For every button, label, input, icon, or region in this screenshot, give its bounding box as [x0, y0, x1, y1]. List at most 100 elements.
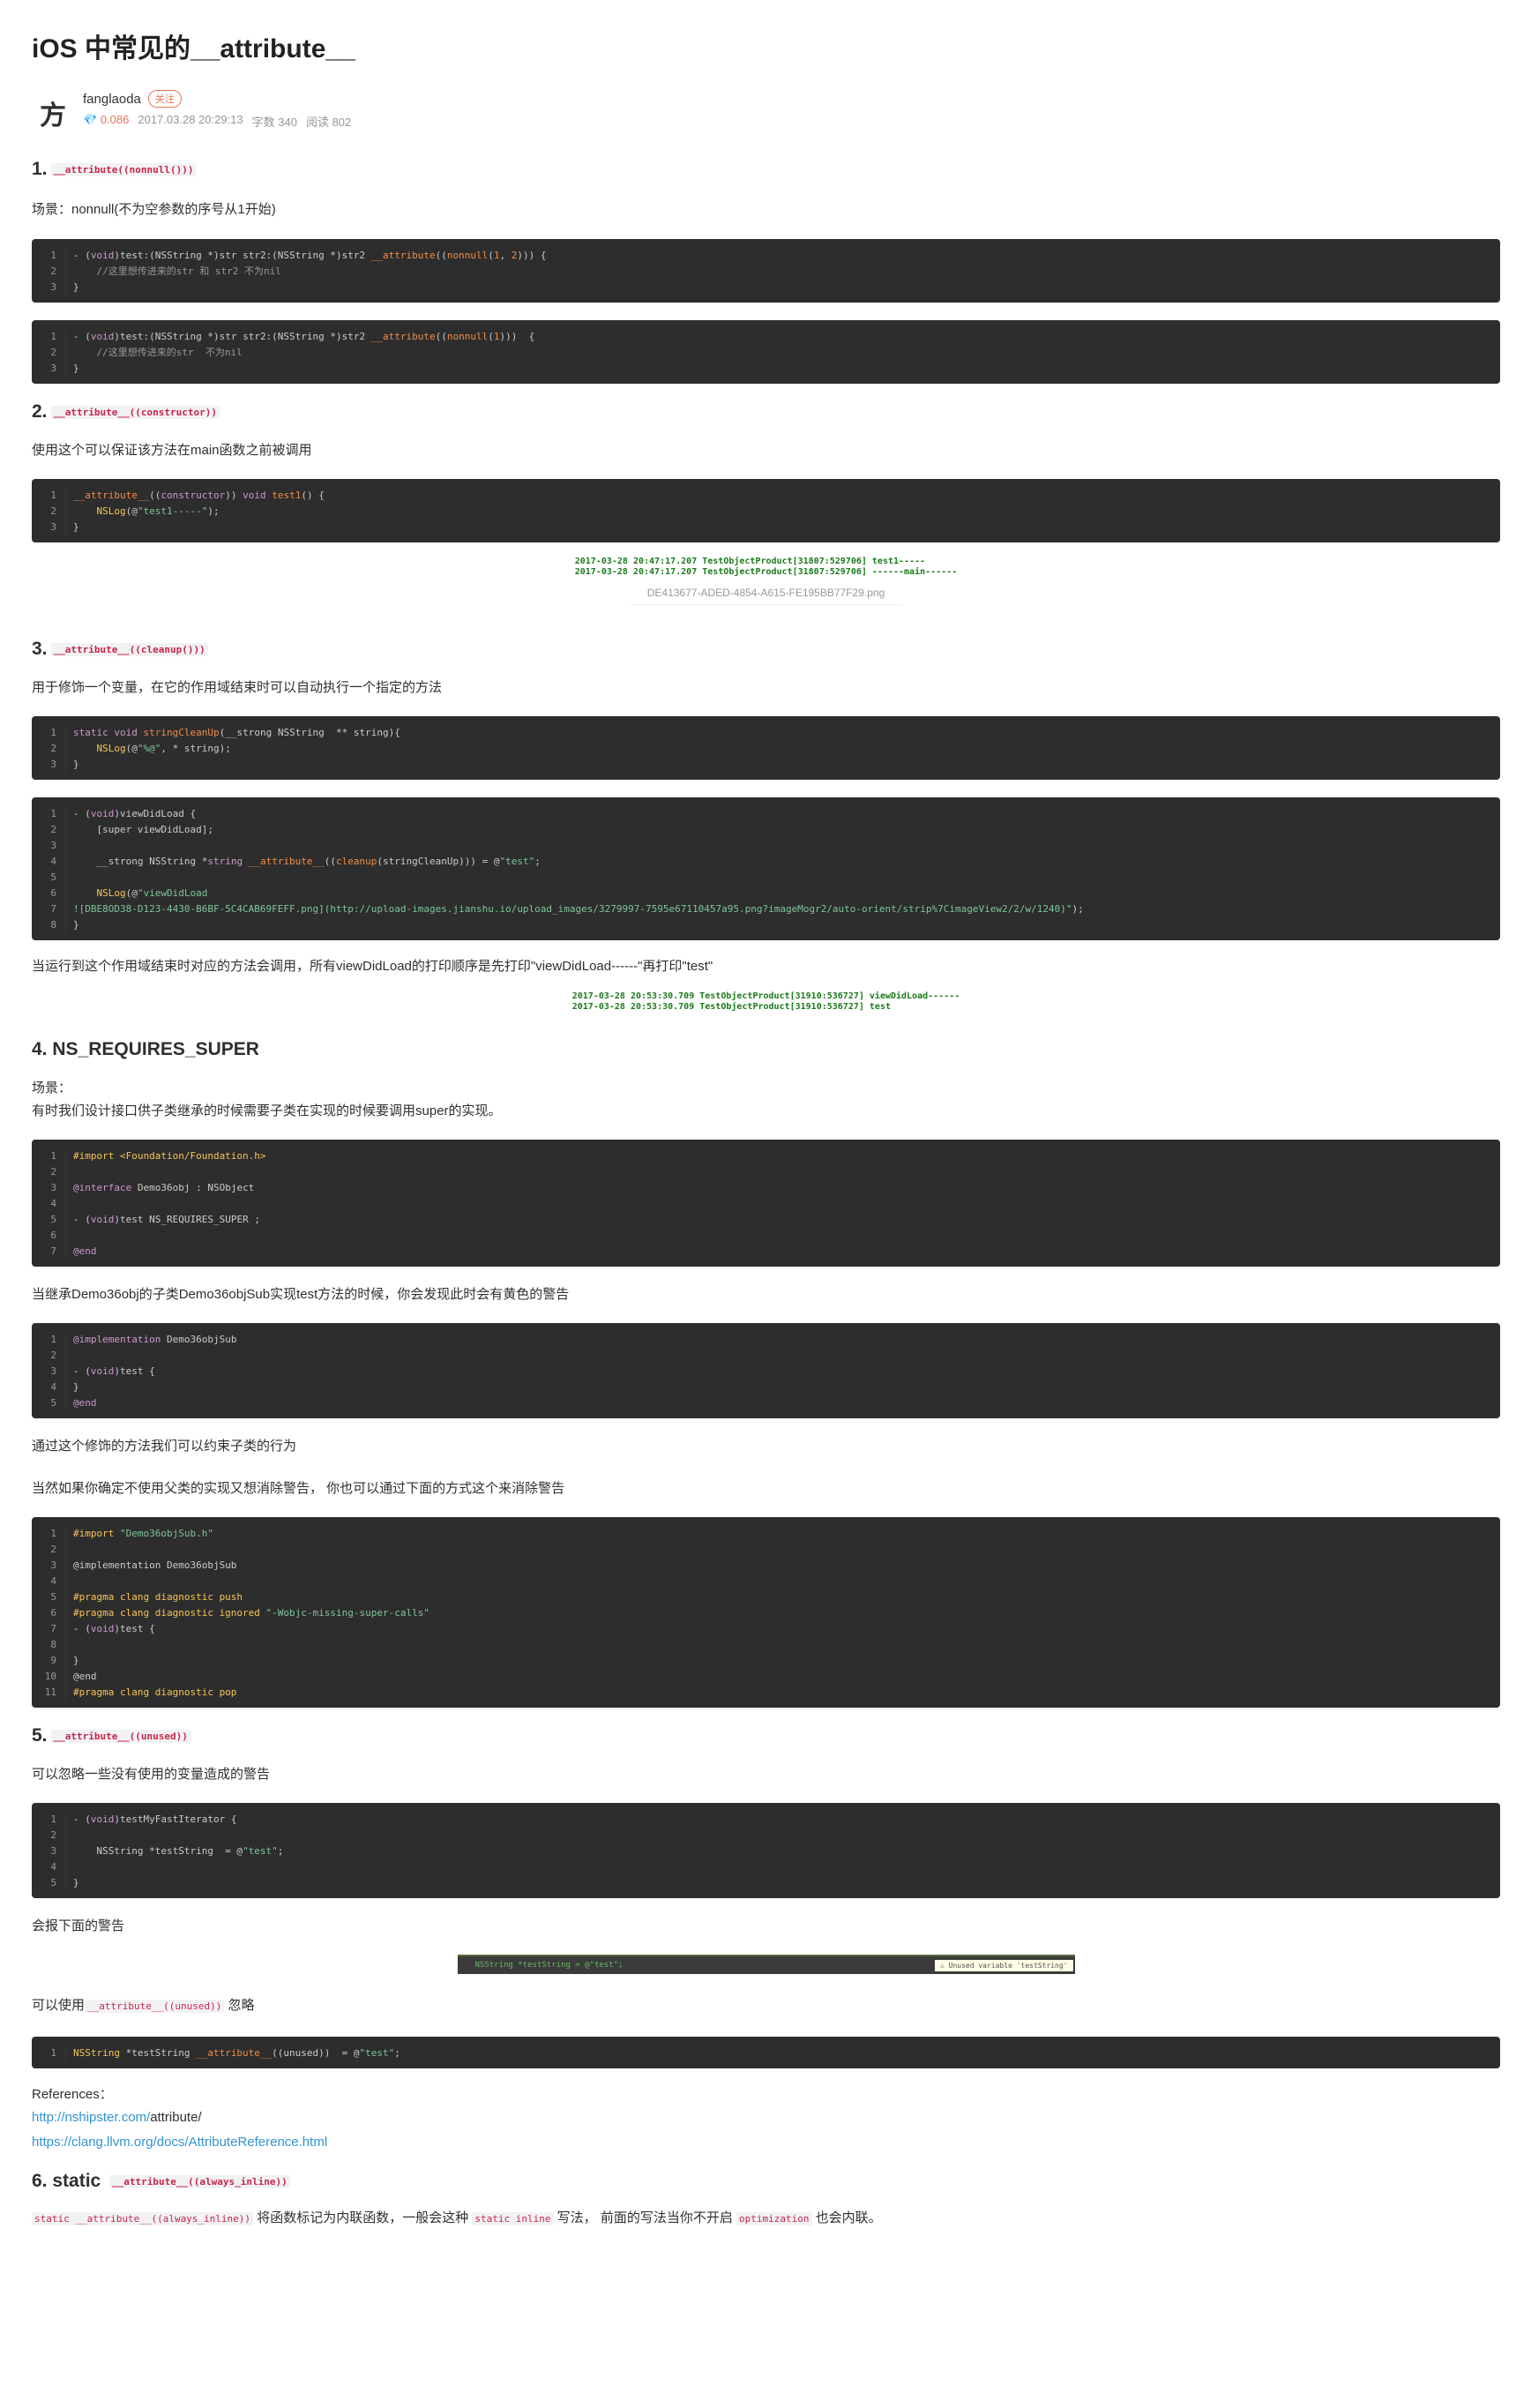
inline-code: static inline [472, 2212, 554, 2225]
warning-code: NSString *testString = @"test"; [474, 1961, 624, 1970]
reference-link-clang[interactable]: https://clang.llvm.org/docs/AttributeRef… [32, 2135, 327, 2150]
line-numbers: 1 2 3 [32, 488, 66, 535]
inline-code: __attribute__((unused)) [85, 2000, 225, 2013]
code-source: - (void)testMyFastIterator { NSString *t… [73, 1813, 284, 1888]
text-run: 也会内联。 [815, 2210, 882, 2225]
section-6-desc: static __attribute__((always_inline)) 将函… [32, 2208, 1500, 2230]
code-source: - (void)viewDidLoad { [super viewDidLoad… [73, 808, 1084, 931]
code-block: 1 2 3 4 5 6 7 8 9 10 11 #import "Demo36o… [32, 1517, 1500, 1708]
author-avatar[interactable]: 方 [32, 92, 74, 134]
article-meta: 💎 0.086 2017.03.28 20:29:13 字数 340 阅读 80… [83, 113, 351, 130]
heading-code: __attribute((nonnull())) [50, 162, 197, 176]
section-3-heading: 3. __attribute__((cleanup())) [32, 639, 1500, 660]
follow-button[interactable]: 关注 [147, 90, 182, 108]
line-numbers: 1 2 3 4 5 [32, 1332, 66, 1411]
heading-code: __attribute__((constructor)) [50, 405, 220, 419]
code-source: @implementation Demo36objSub - (void)tes… [73, 1334, 237, 1409]
section-5-after2: 可以使用 __attribute__((unused)) 忽略 [32, 1995, 1500, 2017]
word-count: 字数 340 [251, 116, 297, 129]
heading-code: __attribute__((unused)) [50, 1729, 190, 1743]
warning-screenshot-figure: NSString *testString = @"test"; ⚠ Unused… [32, 1955, 1500, 1974]
line-numbers: 1 [32, 2045, 66, 2061]
code-block: 1 2 3 static void stringCleanUp(__strong… [32, 716, 1500, 780]
section-5-heading: 5. __attribute__((unused)) [32, 1725, 1500, 1746]
code-source: - (void)test:(NSString *)str str2:(NSStr… [73, 331, 535, 374]
diamond-value: 0.086 [100, 113, 130, 126]
publish-date: 2017.03.28 20:29:13 [138, 113, 243, 126]
section-number: 3. [32, 639, 48, 659]
section-1-heading: 1. __attribute((nonnull())) [32, 159, 1500, 180]
code-block: 1 2 3 - (void)test:(NSString *)str str2:… [32, 320, 1500, 384]
text-run: 可以使用 [32, 1998, 86, 2013]
inline-code: optimization [736, 2212, 812, 2225]
section-4-after3: 当然如果你确定不使用父类的实现又想消除警告， 你也可以通过下面的方式这个来消除警… [32, 1481, 565, 1496]
diamond-count: 💎 0.086 [83, 113, 129, 130]
heading-code: __attribute__((always_inline)) [109, 2174, 290, 2188]
image-caption: DE413677-ADED-4854-A615-FE195BB77F29.png [629, 587, 903, 605]
log-screenshot: 2017-03-28 20:53:30.709 TestObjectProduc… [572, 991, 960, 1013]
section-4-heading: 4. NS_REQUIRES_SUPER [32, 1039, 259, 1059]
author-name-row: fanglaoda 关注 [83, 90, 351, 108]
code-source: #import "Demo36objSub.h" @implementation… [73, 1528, 429, 1698]
line-numbers: 1 2 3 4 5 6 7 8 9 10 11 [32, 1526, 66, 1701]
code-source: - (void)test:(NSString *)str str2:(NSStr… [73, 250, 547, 293]
text-run: attribute/ [150, 2110, 202, 2125]
line-numbers: 1 2 3 4 5 6 7 8 [32, 806, 66, 933]
author-bar: 方 fanglaoda 关注 💎 0.086 2017.03.28 20:29:… [32, 90, 1500, 134]
text-run: 将函数标记为内联函数，一般会这种 [257, 2210, 469, 2225]
code-block: 1 2 3 __attribute__((constructor)) void … [32, 479, 1500, 542]
text-run: 写法， 前面的写法当你不开启 [556, 2210, 733, 2225]
section-number: 5. [32, 1725, 48, 1746]
code-source: static void stringCleanUp(__strong NSStr… [73, 727, 400, 770]
section-3-after: 当运行到这个作用域结束时对应的方法会调用，所有viewDidLoad的打印顺序是… [32, 959, 713, 974]
section-2-desc: 使用这个可以保证该方法在main函数之前被调用 [32, 443, 312, 458]
line-numbers: 1 2 3 4 5 [32, 1812, 66, 1891]
line-numbers: 1 2 3 [32, 248, 66, 295]
text-run: 忽略 [228, 1998, 255, 2013]
reference-link-nshipster[interactable]: http://nshipster.com/ [32, 2110, 150, 2125]
code-source: #import <Foundation/Foundation.h> @inter… [73, 1150, 266, 1257]
section-number: 6. static [32, 2171, 101, 2191]
line-numbers: 1 2 3 [32, 329, 66, 377]
log-line: 2017-03-28 20:53:30.709 TestObjectProduc… [571, 991, 960, 1001]
line-numbers: 1 2 3 [32, 725, 66, 773]
author-info: fanglaoda 关注 💎 0.086 2017.03.28 20:29:13… [83, 90, 351, 130]
log-line: 2017-03-28 20:47:17.207 TestObjectProduc… [574, 557, 926, 566]
warning-screenshot: NSString *testString = @"test"; ⚠ Unused… [457, 1955, 1075, 1974]
line-numbers: 1 2 3 4 5 6 7 [32, 1148, 66, 1260]
log-line: 2017-03-28 20:53:30.709 TestObjectProduc… [571, 1002, 891, 1012]
section-4-desc1: 场景： [32, 1081, 72, 1096]
warning-badge: ⚠ Unused variable 'testString' [935, 1959, 1073, 1971]
code-block: 1 2 3 4 5 6 7 8 - (void)viewDidLoad { [s… [32, 797, 1500, 940]
read-count: 阅读 802 [305, 116, 352, 129]
reference-2: https://clang.llvm.org/docs/AttributeRef… [32, 2132, 1500, 2153]
section-6-heading: 6. static __attribute__((always_inline)) [32, 2171, 1500, 2192]
code-source: NSString *testString __attribute__((unus… [73, 2047, 400, 2059]
code-block: 1 2 3 4 5 @implementation Demo36objSub -… [32, 1323, 1500, 1418]
inline-code: static __attribute__((always_inline)) [32, 2212, 254, 2225]
code-block: 1 2 3 4 5 6 7 #import <Foundation/Founda… [32, 1140, 1500, 1267]
section-4-after1: 当继承Demo36obj的子类Demo36objSub实现test方法的时候，你… [32, 1287, 570, 1302]
article-title: iOS 中常见的__attribute__ [32, 34, 355, 64]
section-1-desc: 场景：nonnull(不为空参数的序号从1开始) [32, 202, 276, 217]
section-4-after2: 通过这个修饰的方法我们可以约束子类的行为 [32, 1439, 297, 1454]
reference-1: http://nshipster.com/attribute/ [32, 2107, 1500, 2128]
section-2-heading: 2. __attribute__((constructor)) [32, 401, 1500, 423]
code-block: 1 2 3 - (void)test:(NSString *)str str2:… [32, 239, 1500, 303]
section-number: 1. [32, 159, 48, 179]
section-number: 2. [32, 401, 48, 422]
article-page: iOS 中常见的__attribute__ 方 fanglaoda 关注 💎 0… [0, 0, 1531, 2230]
section-3-desc: 用于修饰一个变量，在它的作用域结束时可以自动执行一个指定的方法 [32, 680, 443, 695]
code-block: 1 NSString *testString __attribute__((un… [32, 2037, 1500, 2068]
section-4-desc2: 有时我们设计接口供子类继承的时候需要子类在实现的时候要调用super的实现。 [32, 1103, 502, 1118]
log-screenshot-figure: 2017-03-28 20:53:30.709 TestObjectProduc… [32, 991, 1500, 1013]
references-label: References： [32, 2087, 113, 2102]
heading-code: __attribute__((cleanup())) [50, 642, 208, 656]
author-name[interactable]: fanglaoda [83, 92, 141, 107]
log-screenshot-figure: 2017-03-28 20:47:17.207 TestObjectProduc… [32, 557, 1500, 605]
log-line: 2017-03-28 20:47:17.207 TestObjectProduc… [574, 567, 958, 577]
diamond-icon: 💎 [83, 113, 101, 126]
code-block: 1 2 3 4 5 - (void)testMyFastIterator { N… [32, 1803, 1500, 1898]
log-screenshot: 2017-03-28 20:47:17.207 TestObjectProduc… [575, 557, 957, 578]
section-5-after1: 会报下面的警告 [32, 1918, 125, 1933]
